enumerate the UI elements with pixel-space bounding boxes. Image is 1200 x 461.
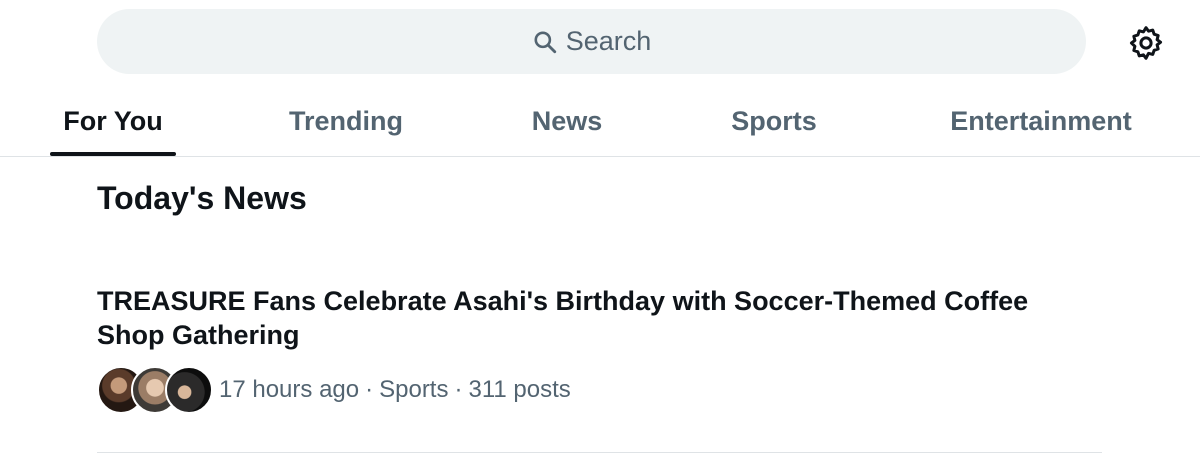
search-bar[interactable]: Search xyxy=(97,9,1086,74)
news-meta: 17 hours ago · Sports · 311 posts xyxy=(97,366,571,414)
tab-news[interactable]: News xyxy=(517,86,617,156)
tab-entertainment[interactable]: Entertainment xyxy=(935,86,1147,156)
search-inner: Search xyxy=(532,26,652,57)
gear-icon xyxy=(1129,26,1163,60)
news-post-count: 311 posts xyxy=(468,376,571,403)
active-tab-indicator xyxy=(50,152,176,156)
settings-button[interactable] xyxy=(1127,24,1165,62)
avatar xyxy=(165,366,213,414)
tab-trending[interactable]: Trending xyxy=(276,86,416,156)
avatar-group xyxy=(97,366,213,414)
search-icon xyxy=(534,30,556,53)
news-item[interactable]: TREASURE Fans Celebrate Asahi's Birthday… xyxy=(97,284,1102,452)
tab-bar: For You Trending News Sports Entertainme… xyxy=(0,86,1200,157)
tab-for-you[interactable]: For You xyxy=(50,86,176,156)
tab-sports[interactable]: Sports xyxy=(714,86,834,156)
divider xyxy=(97,452,1102,453)
search-placeholder: Search xyxy=(565,26,652,56)
news-headline[interactable]: TREASURE Fans Celebrate Asahi's Birthday… xyxy=(97,284,1077,352)
meta-separator: · xyxy=(454,376,463,403)
news-category: Sports xyxy=(379,376,449,403)
meta-separator: · xyxy=(365,376,374,403)
news-meta-text: 17 hours ago · Sports · 311 posts xyxy=(219,376,571,404)
section-title: Today's News xyxy=(97,180,307,216)
news-time: 17 hours ago xyxy=(219,376,360,403)
